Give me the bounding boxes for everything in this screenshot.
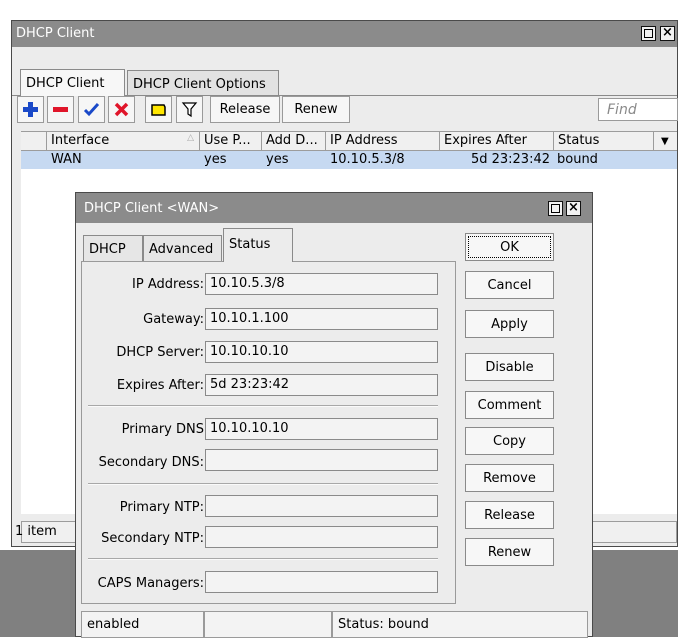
tab-dhcp-client-options[interactable]: DHCP Client Options [127,70,279,96]
gateway-field[interactable]: 10.10.1.100 [205,308,438,330]
secondary-dns-label: Secondary DNS: [98,455,204,470]
column-header-ip-address[interactable]: IP Address [326,132,440,150]
item-count: 1 item [15,524,57,539]
enable-button[interactable] [78,96,105,123]
table-header: Interface △ Use P... Add D... IP Address… [21,131,677,151]
status-bound: Status: bound [332,611,588,638]
comment-button[interactable] [145,96,172,123]
dialog-titlebar[interactable]: DHCP Client <WAN> × [76,193,592,223]
comment-icon [151,104,166,116]
maximize-icon[interactable] [641,26,656,41]
separator [88,483,438,485]
cell-expires-after: 5d 23:23:42 [470,152,550,167]
primary-ntp-field[interactable] [205,495,438,517]
comment-button[interactable]: Comment [465,391,554,419]
caps-managers-label: CAPS Managers: [97,576,204,591]
column-header-use-peer[interactable]: Use P... [200,132,262,150]
dhcp-server-label: DHCP Server: [116,345,204,360]
cell-add-default: yes [266,152,289,167]
copy-button[interactable]: Copy [465,427,554,455]
status-middle [204,611,332,638]
column-menu-button[interactable]: ▼ [654,132,678,150]
column-header-add-default[interactable]: Add D... [262,132,326,150]
add-button[interactable] [17,96,44,123]
primary-dns-label: Primary DNS [121,422,204,437]
dialog-title: DHCP Client <WAN> [84,201,220,216]
primary-dns-field[interactable]: 10.10.10.10 [205,418,438,440]
separator [88,558,438,560]
enable-check-icon [83,102,100,117]
dhcp-server-field[interactable]: 10.10.10.10 [205,341,438,363]
ip-address-label: IP Address: [132,277,204,292]
tab-status[interactable]: Status [223,228,293,262]
cell-ip-address: 10.10.5.3/8 [330,152,405,167]
disable-x-icon [114,102,129,117]
secondary-ntp-field[interactable] [205,526,438,548]
close-icon[interactable]: × [660,26,675,41]
renew-button[interactable]: Renew [465,538,554,566]
caps-managers-field[interactable] [205,571,438,593]
gateway-label: Gateway: [143,312,204,327]
expires-after-field[interactable]: 5d 23:23:42 [205,374,438,396]
dhcp-client-wan-dialog: DHCP Client <WAN> × DHCP Advanced Status… [75,192,593,638]
cancel-button[interactable]: Cancel [465,271,554,299]
ip-address-field[interactable]: 10.10.5.3/8 [205,273,438,295]
disable-button[interactable]: Disable [465,353,554,381]
column-header-interface[interactable]: Interface △ [47,132,200,150]
dialog-status-bar: enabled Status: bound [76,611,592,638]
remove-button[interactable]: Remove [465,464,554,492]
cell-use-peer: yes [204,152,227,167]
expires-after-label: Expires After: [116,378,204,393]
separator [88,405,438,407]
column-menu-arrow-icon: ▼ [661,136,669,147]
tab-dhcp[interactable]: DHCP [83,235,143,261]
table-row[interactable]: WAN yes yes 10.10.5.3/8 5d 23:23:42 boun… [21,151,677,169]
cell-interface: WAN [51,152,82,167]
find-input[interactable]: Find [598,98,678,121]
close-icon[interactable]: × [566,201,581,216]
release-button[interactable]: Release [465,501,554,529]
status-enabled: enabled [81,611,204,638]
renew-button[interactable]: Renew [282,96,350,123]
release-button[interactable]: Release [210,96,280,123]
filter-icon [181,102,198,118]
sort-asc-icon: △ [187,133,194,143]
filter-button[interactable] [176,96,203,123]
window-titlebar[interactable]: DHCP Client × [12,21,677,47]
secondary-dns-field[interactable] [205,449,438,471]
column-header-expires-after[interactable]: Expires After [440,132,554,150]
add-icon [23,102,38,117]
ok-button[interactable]: OK [465,233,554,261]
secondary-ntp-label: Secondary NTP: [101,531,204,546]
toolbar: Release Renew Find [12,94,678,130]
primary-ntp-label: Primary NTP: [119,500,204,515]
row-selector-header [21,132,47,150]
window-title: DHCP Client [16,26,95,41]
apply-button[interactable]: Apply [465,310,554,338]
cell-status: bound [557,152,598,167]
tab-dhcp-client[interactable]: DHCP Client [20,69,125,96]
disable-button[interactable] [108,96,135,123]
maximize-icon[interactable] [548,201,563,216]
remove-icon [53,107,68,112]
tab-advanced[interactable]: Advanced [143,235,222,261]
remove-button[interactable] [47,96,74,123]
column-header-status[interactable]: Status [554,132,654,150]
